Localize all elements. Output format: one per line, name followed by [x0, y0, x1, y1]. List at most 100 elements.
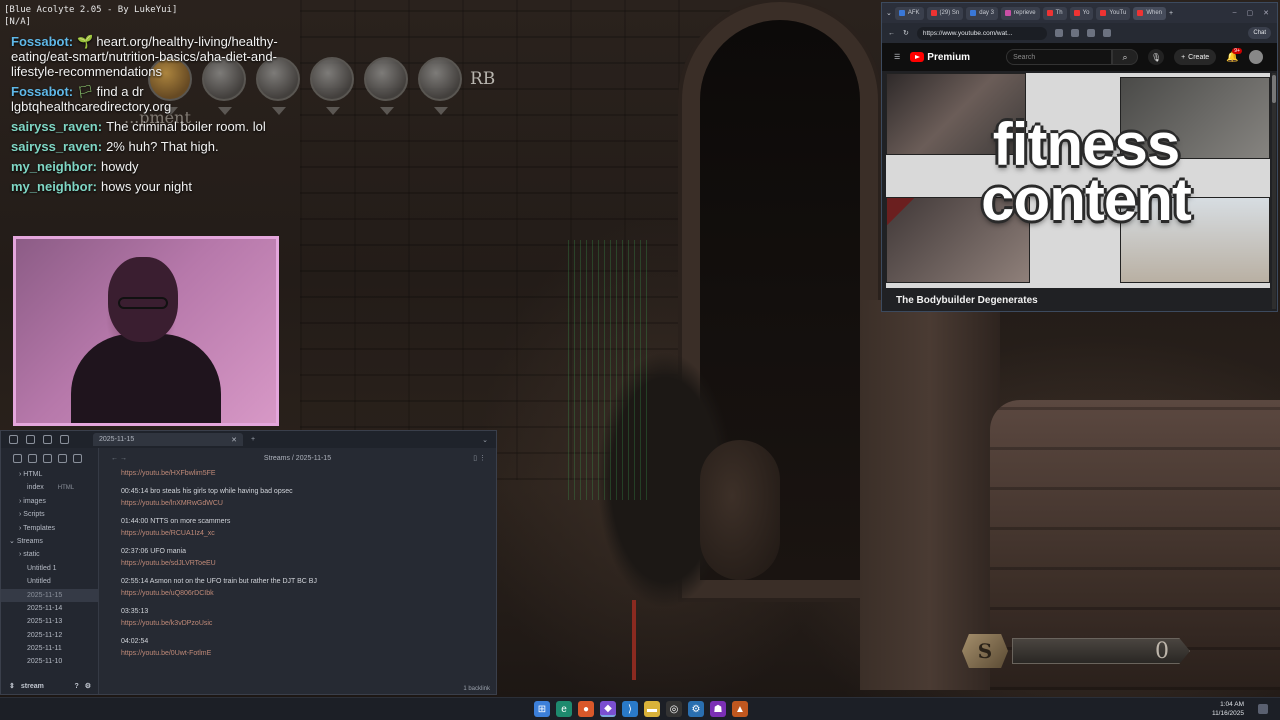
more-options-icon[interactable]: ▯ ⋮ [473, 454, 486, 462]
video-link[interactable]: https://youtu.be/RCUA1Iz4_xc [121, 528, 496, 540]
maximize-icon[interactable]: ▢ [1247, 9, 1254, 17]
menu-icon[interactable]: ☰ [894, 53, 900, 61]
help-icon[interactable]: ? [74, 683, 78, 690]
folder-icon[interactable]: ▬ [644, 701, 660, 717]
extension-icon[interactable] [1070, 29, 1079, 37]
timestamp-line[interactable]: 00:45:14 bro steals his girls top while … [121, 486, 496, 498]
panel-icon[interactable] [60, 435, 69, 444]
timestamp-line[interactable]: 04:02:54 [121, 636, 496, 648]
close-icon[interactable]: ✕ [231, 436, 237, 444]
video-player[interactable]: fitness content [886, 73, 1270, 288]
edge-icon[interactable]: e [556, 701, 572, 717]
gear-icon[interactable]: ⚙ [85, 682, 91, 690]
scrollbar[interactable] [1272, 73, 1276, 309]
file-tree-note[interactable]: index HTML [1, 481, 98, 494]
file-tree-note[interactable]: 2025-11-13 [1, 615, 98, 628]
chat-button[interactable]: Chat [1248, 27, 1271, 39]
extension-icon[interactable] [1086, 29, 1095, 37]
vault-name[interactable]: stream [21, 683, 44, 690]
timestamp-line[interactable]: 03:35:13 [121, 606, 496, 618]
file-tree-folder[interactable]: › Scripts [1, 508, 98, 521]
steam-icon[interactable]: ⚙ [688, 701, 704, 717]
note-content[interactable]: https://youtu.be/HXFbwlim5FE 00:45:14 bro… [99, 468, 496, 660]
system-clock[interactable]: 1:04 AM 11/16/2025 [1212, 700, 1244, 718]
browser-tab[interactable]: When [1133, 6, 1167, 20]
obs-icon[interactable]: ◎ [666, 701, 682, 717]
file-tree-note[interactable]: 2025-11-10 [1, 655, 98, 668]
create-button[interactable]: + Create [1174, 49, 1217, 65]
video-link[interactable]: https://youtu.be/lnXMRwGdWCU [121, 498, 496, 510]
chat-username[interactable]: Fossabot: [11, 84, 73, 99]
search-icon[interactable] [43, 435, 52, 444]
vscode-icon[interactable]: ⟩ [622, 701, 638, 717]
app-icon[interactable]: ▲ [732, 701, 748, 717]
browser-tab[interactable]: reprieve [1000, 6, 1040, 20]
browser-tab[interactable]: Yo [1069, 6, 1094, 20]
video-link[interactable]: https://youtu.be/HXFbwlim5FE [121, 468, 496, 480]
file-tree-folder[interactable]: › images [1, 495, 98, 508]
browser-tab[interactable]: YouTu [1096, 6, 1131, 20]
new-note-icon[interactable] [13, 453, 22, 463]
minimize-icon[interactable]: – [1233, 9, 1237, 17]
extension-icon[interactable] [1102, 29, 1111, 37]
tab-current-note[interactable]: 2025-11-15 ✕ [93, 433, 243, 446]
timestamp-line[interactable]: 01:44:00 NTTS on more scammers [121, 516, 496, 528]
search-icon[interactable]: ⌕ [1112, 49, 1139, 65]
graph-icon[interactable] [26, 435, 35, 444]
microphone-icon[interactable]: 🎙 [1148, 49, 1165, 65]
chat-username[interactable]: my_neighbor: [11, 159, 97, 174]
file-tree-folder[interactable]: ⌄ Streams [1, 535, 98, 548]
chat-username[interactable]: sairyss_raven: [11, 119, 102, 134]
collapse-icon[interactable] [58, 453, 67, 463]
sidebar-toggle-icon[interactable] [9, 435, 18, 444]
video-link[interactable]: https://youtu.be/k3vDPzoUsic [121, 618, 496, 630]
notes-app-icon[interactable]: ◆ [600, 701, 616, 717]
browser-tab[interactable]: day 3 [966, 6, 998, 20]
reload-icon[interactable]: ↻ [903, 29, 909, 37]
start-icon[interactable]: ⊞ [534, 701, 550, 717]
file-tree-folder[interactable]: › Templates [1, 522, 98, 535]
chat-username[interactable]: Fossabot: [11, 34, 73, 49]
video-link[interactable]: https://youtu.be/sdJLVRToeEU [121, 558, 496, 570]
tab-label: Yo [1082, 10, 1090, 16]
youtube-logo[interactable]: Premium [910, 52, 970, 63]
close-icon[interactable] [73, 453, 82, 463]
browser-tab[interactable]: (29) Sn [926, 6, 964, 20]
chevron-down-icon[interactable]: ⌄ [886, 9, 892, 17]
back-icon[interactable]: ← [888, 30, 895, 37]
video-link[interactable]: https://youtu.be/uQ806rDCIbk [121, 588, 496, 600]
new-folder-icon[interactable] [28, 453, 37, 463]
timestamp-line[interactable]: 02:37:06 UFO mania [121, 546, 496, 558]
file-tree-note[interactable]: Untitled 1 [1, 562, 98, 575]
file-tree-note[interactable]: 2025-11-11 [1, 642, 98, 655]
browser-tab[interactable]: AFK [894, 6, 924, 20]
file-tree-note[interactable]: Untitled [1, 575, 98, 588]
chevron-down-icon[interactable]: ⌄ [482, 436, 488, 444]
file-tree-note[interactable]: 2025-11-12 [1, 629, 98, 642]
notification-icon[interactable] [1258, 704, 1268, 714]
backlink-status[interactable]: 1 backlink [463, 686, 490, 692]
timestamp-line[interactable]: 02:55:14 Asmon not on the UFO train but … [121, 576, 496, 588]
close-icon[interactable]: ✕ [1263, 9, 1269, 17]
app-icon[interactable]: ☗ [710, 701, 726, 717]
search-input[interactable]: Search [1006, 49, 1113, 65]
new-tab-icon[interactable]: + [251, 436, 255, 443]
sort-icon[interactable] [43, 453, 52, 463]
browser-icon[interactable]: ● [578, 701, 594, 717]
file-tree-folder[interactable]: › HTML [1, 468, 98, 481]
extension-icon[interactable] [1054, 29, 1063, 37]
bell-icon[interactable]: 🔔 9+ [1226, 47, 1242, 63]
chat-username[interactable]: sairyss_raven: [11, 139, 102, 154]
vault-switch-icon[interactable]: ⇕ [9, 682, 15, 690]
browser-tab[interactable]: Th [1042, 6, 1067, 20]
back-forward-icon[interactable]: ← → [111, 455, 127, 462]
address-bar[interactable]: https://www.youtube.com/wat... [916, 26, 1047, 40]
file-tree-note[interactable]: 2025-11-14 [1, 602, 98, 615]
file-tree-note[interactable]: 2025-11-15 [1, 588, 98, 602]
avatar[interactable] [1248, 50, 1263, 64]
new-tab-icon[interactable]: + [1169, 10, 1173, 17]
file-tree-folder[interactable]: › static [1, 548, 98, 561]
video-title[interactable]: The Bodybuilder Degenerates [896, 295, 1038, 306]
video-link[interactable]: https://youtu.be/0Uwt-FotlmE [121, 648, 496, 660]
chat-username[interactable]: my_neighbor: [11, 179, 97, 194]
